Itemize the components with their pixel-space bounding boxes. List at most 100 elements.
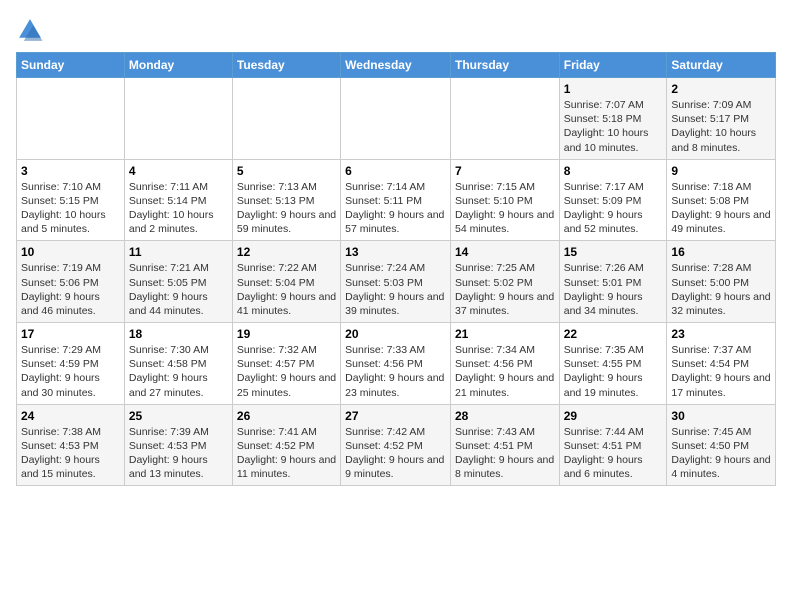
day-number: 9 <box>671 164 771 178</box>
day-number: 27 <box>345 409 446 423</box>
day-info: Sunrise: 7:15 AM Sunset: 5:10 PM Dayligh… <box>455 180 555 237</box>
day-number: 1 <box>564 82 663 96</box>
day-info: Sunrise: 7:25 AM Sunset: 5:02 PM Dayligh… <box>455 261 555 318</box>
day-info: Sunrise: 7:32 AM Sunset: 4:57 PM Dayligh… <box>237 343 336 400</box>
day-info: Sunrise: 7:43 AM Sunset: 4:51 PM Dayligh… <box>455 425 555 482</box>
day-info: Sunrise: 7:45 AM Sunset: 4:50 PM Dayligh… <box>671 425 771 482</box>
day-info: Sunrise: 7:14 AM Sunset: 5:11 PM Dayligh… <box>345 180 446 237</box>
day-info: Sunrise: 7:21 AM Sunset: 5:05 PM Dayligh… <box>129 261 228 318</box>
day-number: 10 <box>21 245 120 259</box>
day-number: 5 <box>237 164 336 178</box>
day-number: 13 <box>345 245 446 259</box>
day-number: 11 <box>129 245 228 259</box>
calendar-cell: 20 Sunrise: 7:33 AM Sunset: 4:56 PM Dayli… <box>341 323 451 405</box>
calendar-cell: 2 Sunrise: 7:09 AM Sunset: 5:17 PM Daylig… <box>667 78 776 160</box>
day-number: 20 <box>345 327 446 341</box>
day-info: Sunrise: 7:34 AM Sunset: 4:56 PM Dayligh… <box>455 343 555 400</box>
calendar-header-cell: Sunday <box>17 53 125 78</box>
day-number: 25 <box>129 409 228 423</box>
calendar-cell: 30 Sunrise: 7:45 AM Sunset: 4:50 PM Dayli… <box>667 404 776 486</box>
day-number: 3 <box>21 164 120 178</box>
calendar-cell: 12Sunrise: 7:22 AM Sunset: 5:04 PM Dayli… <box>232 241 340 323</box>
calendar-cell: 7Sunrise: 7:15 AM Sunset: 5:10 PM Daylig… <box>450 159 559 241</box>
day-number: 14 <box>455 245 555 259</box>
calendar-header-cell: Friday <box>559 53 667 78</box>
calendar-cell <box>17 78 125 160</box>
day-info: Sunrise: 7:17 AM Sunset: 5:09 PM Dayligh… <box>564 180 663 237</box>
day-info: Sunrise: 7:11 AM Sunset: 5:14 PM Dayligh… <box>129 180 228 237</box>
day-info: Sunrise: 7:22 AM Sunset: 5:04 PM Dayligh… <box>237 261 336 318</box>
calendar-header-cell: Wednesday <box>341 53 451 78</box>
calendar-week-row: 10 Sunrise: 7:19 AM Sunset: 5:06 PM Dayli… <box>17 241 776 323</box>
calendar-cell: 26 Sunrise: 7:41 AM Sunset: 4:52 PM Dayli… <box>232 404 340 486</box>
day-info: Sunrise: 7:07 AM Sunset: 5:18 PM Dayligh… <box>564 98 663 155</box>
day-info: Sunrise: 7:13 AM Sunset: 5:13 PM Dayligh… <box>237 180 336 237</box>
day-number: 16 <box>671 245 771 259</box>
calendar-cell: 25 Sunrise: 7:39 AM Sunset: 4:53 PM Dayli… <box>124 404 232 486</box>
calendar-cell <box>450 78 559 160</box>
calendar-cell: 24Sunrise: 7:38 AM Sunset: 4:53 PM Dayli… <box>17 404 125 486</box>
calendar-cell: 13Sunrise: 7:24 AM Sunset: 5:03 PM Dayli… <box>341 241 451 323</box>
page-header <box>16 16 776 44</box>
calendar-cell: 15Sunrise: 7:26 AM Sunset: 5:01 PM Dayli… <box>559 241 667 323</box>
calendar-header-cell: Saturday <box>667 53 776 78</box>
calendar-cell: 11 Sunrise: 7:21 AM Sunset: 5:05 PM Dayli… <box>124 241 232 323</box>
calendar-cell <box>232 78 340 160</box>
day-number: 15 <box>564 245 663 259</box>
day-number: 4 <box>129 164 228 178</box>
day-info: Sunrise: 7:44 AM Sunset: 4:51 PM Dayligh… <box>564 425 663 482</box>
calendar-cell: 10 Sunrise: 7:19 AM Sunset: 5:06 PM Dayli… <box>17 241 125 323</box>
calendar-cell: 4 Sunrise: 7:11 AM Sunset: 5:14 PM Daylig… <box>124 159 232 241</box>
calendar-cell: 1 Sunrise: 7:07 AM Sunset: 5:18 PM Daylig… <box>559 78 667 160</box>
day-number: 26 <box>237 409 336 423</box>
day-number: 30 <box>671 409 771 423</box>
day-info: Sunrise: 7:37 AM Sunset: 4:54 PM Dayligh… <box>671 343 771 400</box>
calendar-cell: 14 Sunrise: 7:25 AM Sunset: 5:02 PM Dayli… <box>450 241 559 323</box>
day-number: 8 <box>564 164 663 178</box>
day-number: 19 <box>237 327 336 341</box>
calendar-cell: 16 Sunrise: 7:28 AM Sunset: 5:00 PM Dayli… <box>667 241 776 323</box>
calendar-cell <box>124 78 232 160</box>
day-number: 2 <box>671 82 771 96</box>
calendar-cell: 27 Sunrise: 7:42 AM Sunset: 4:52 PM Dayli… <box>341 404 451 486</box>
calendar-cell: 9 Sunrise: 7:18 AM Sunset: 5:08 PM Daylig… <box>667 159 776 241</box>
calendar-cell: 23 Sunrise: 7:37 AM Sunset: 4:54 PM Dayli… <box>667 323 776 405</box>
day-info: Sunrise: 7:42 AM Sunset: 4:52 PM Dayligh… <box>345 425 446 482</box>
calendar-header-cell: Monday <box>124 53 232 78</box>
day-info: Sunrise: 7:30 AM Sunset: 4:58 PM Dayligh… <box>129 343 228 400</box>
day-number: 23 <box>671 327 771 341</box>
calendar-table: SundayMondayTuesdayWednesdayThursdayFrid… <box>16 52 776 486</box>
calendar-cell: 8 Sunrise: 7:17 AM Sunset: 5:09 PM Daylig… <box>559 159 667 241</box>
day-number: 21 <box>455 327 555 341</box>
calendar-cell <box>341 78 451 160</box>
day-info: Sunrise: 7:28 AM Sunset: 5:00 PM Dayligh… <box>671 261 771 318</box>
day-number: 6 <box>345 164 446 178</box>
calendar-cell: 19 Sunrise: 7:32 AM Sunset: 4:57 PM Dayli… <box>232 323 340 405</box>
calendar-week-row: 24Sunrise: 7:38 AM Sunset: 4:53 PM Dayli… <box>17 404 776 486</box>
calendar-week-row: 3 Sunrise: 7:10 AM Sunset: 5:15 PM Daylig… <box>17 159 776 241</box>
calendar-header-cell: Tuesday <box>232 53 340 78</box>
calendar-cell: 22 Sunrise: 7:35 AM Sunset: 4:55 PM Dayli… <box>559 323 667 405</box>
day-number: 28 <box>455 409 555 423</box>
day-info: Sunrise: 7:41 AM Sunset: 4:52 PM Dayligh… <box>237 425 336 482</box>
day-info: Sunrise: 7:19 AM Sunset: 5:06 PM Dayligh… <box>21 261 120 318</box>
day-number: 18 <box>129 327 228 341</box>
calendar-cell: 3 Sunrise: 7:10 AM Sunset: 5:15 PM Daylig… <box>17 159 125 241</box>
calendar-week-row: 17Sunrise: 7:29 AM Sunset: 4:59 PM Dayli… <box>17 323 776 405</box>
calendar-header-cell: Thursday <box>450 53 559 78</box>
calendar-header-row: SundayMondayTuesdayWednesdayThursdayFrid… <box>17 53 776 78</box>
calendar-cell: 6 Sunrise: 7:14 AM Sunset: 5:11 PM Daylig… <box>341 159 451 241</box>
day-info: Sunrise: 7:38 AM Sunset: 4:53 PM Dayligh… <box>21 425 120 482</box>
day-info: Sunrise: 7:29 AM Sunset: 4:59 PM Dayligh… <box>21 343 120 400</box>
day-info: Sunrise: 7:39 AM Sunset: 4:53 PM Dayligh… <box>129 425 228 482</box>
day-number: 22 <box>564 327 663 341</box>
logo-icon <box>16 16 44 44</box>
calendar-body: 1 Sunrise: 7:07 AM Sunset: 5:18 PM Daylig… <box>17 78 776 486</box>
day-info: Sunrise: 7:35 AM Sunset: 4:55 PM Dayligh… <box>564 343 663 400</box>
day-info: Sunrise: 7:09 AM Sunset: 5:17 PM Dayligh… <box>671 98 771 155</box>
day-info: Sunrise: 7:18 AM Sunset: 5:08 PM Dayligh… <box>671 180 771 237</box>
calendar-cell: 18 Sunrise: 7:30 AM Sunset: 4:58 PM Dayli… <box>124 323 232 405</box>
logo <box>16 16 48 44</box>
day-info: Sunrise: 7:33 AM Sunset: 4:56 PM Dayligh… <box>345 343 446 400</box>
day-info: Sunrise: 7:10 AM Sunset: 5:15 PM Dayligh… <box>21 180 120 237</box>
